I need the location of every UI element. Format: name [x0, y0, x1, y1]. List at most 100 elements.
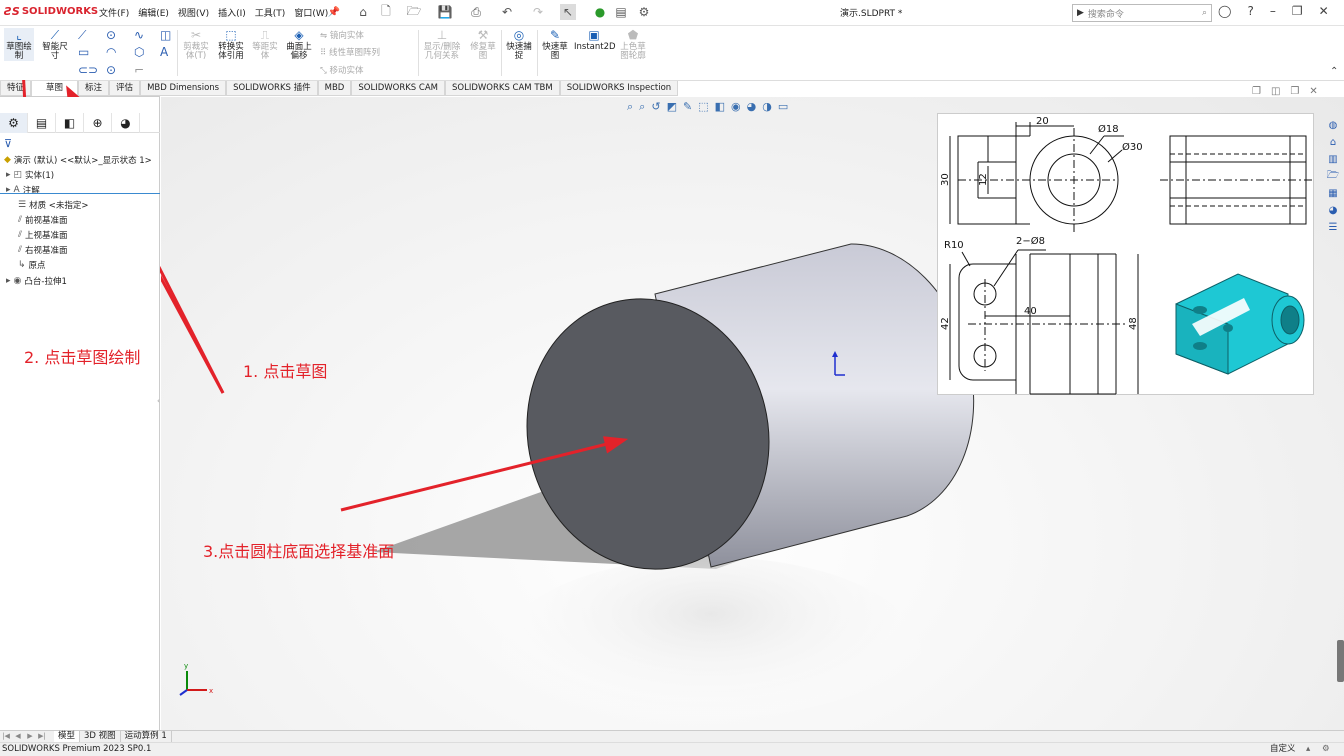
tree-item-annotations[interactable]: ▸ A 注解 — [6, 184, 40, 196]
trim-entities-button[interactable]: ✂ 剪裁实 体(T) — [180, 28, 212, 61]
search-icon[interactable]: ⌕ — [1202, 8, 1207, 18]
select-pointer-icon[interactable]: ↖ — [560, 4, 576, 20]
home-icon[interactable]: ⌂ — [355, 4, 371, 20]
shaded-sketch-button[interactable]: ⬟ 上色草 图轮廓 — [616, 28, 650, 61]
fillet-icon[interactable]: ⌐ — [134, 64, 144, 76]
feature-manager-tab-icon[interactable]: ⚙ — [0, 113, 28, 133]
home-icon[interactable]: ⌂ — [1326, 135, 1340, 150]
dynamic-annotation-icon[interactable]: ✎ — [683, 100, 692, 114]
line-icon[interactable]: ⟋ — [78, 29, 86, 41]
circle-icon[interactable]: ⊙ — [106, 29, 116, 41]
minimize-icon[interactable]: – — [1270, 4, 1276, 18]
tree-item-top-plane[interactable]: ⫽ 上视基准面 — [18, 229, 68, 241]
edit-appearance-icon[interactable]: ◕ — [747, 100, 757, 114]
tab-mbd-dimensions[interactable]: MBD Dimensions — [140, 81, 227, 96]
display-style-icon[interactable]: ◧ — [715, 100, 725, 114]
appearances-icon[interactable]: ◕ — [1326, 203, 1340, 218]
tree-item-origin[interactable]: ↳ 原点 — [18, 259, 46, 271]
menu-edit[interactable]: 编辑(E) — [138, 6, 169, 19]
design-library-icon[interactable]: ▥ — [1326, 152, 1340, 167]
restore-icon[interactable]: ❐ — [1292, 4, 1303, 18]
close-icon[interactable]: ✕ — [1319, 4, 1329, 18]
apply-scene-icon[interactable]: ◑ — [762, 100, 772, 114]
view-triad-icon[interactable]: y x — [179, 662, 213, 696]
tab-solidworks-addins[interactable]: SOLIDWORKS 插件 — [226, 81, 318, 96]
display-manager-tab-icon[interactable]: ◕ — [112, 113, 140, 133]
offset-on-surface-button[interactable]: ◈ 曲面上 偏移 — [282, 28, 316, 61]
text-icon[interactable]: A — [160, 46, 168, 58]
property-manager-tab-icon[interactable]: ▤ — [28, 113, 56, 133]
spline-icon[interactable]: ∿ — [134, 29, 144, 41]
display-relations-button[interactable]: ⊥ 显示/删除 几何关系 — [420, 28, 464, 61]
redo-icon[interactable]: ↷ — [530, 4, 546, 20]
menu-insert[interactable]: 插入(I) — [218, 6, 246, 19]
menu-file[interactable]: 文件(F) — [99, 6, 129, 19]
solidworks-resources-icon[interactable]: ◍ — [1326, 118, 1340, 133]
tab-sketch[interactable]: 草图 — [31, 81, 79, 96]
plane-icon[interactable]: ◫ — [160, 29, 171, 41]
rollback-bar[interactable] — [0, 193, 160, 194]
search-input[interactable]: ▶ 搜索命令 ⌕ — [1072, 4, 1212, 22]
options-gear-icon[interactable]: ⚙ — [636, 4, 652, 20]
view-orientation-icon[interactable]: ⬚ — [698, 100, 708, 114]
prev-tab-icon[interactable]: ◀ — [12, 731, 24, 742]
task-pane-handle[interactable] — [1337, 640, 1344, 682]
tab-model[interactable]: 模型 — [54, 731, 81, 742]
tab-3d-view[interactable]: 3D 视图 — [80, 731, 121, 742]
convert-entities-button[interactable]: ⬚ 转换实 体引用 — [214, 28, 248, 61]
arc-icon[interactable]: ◠ — [106, 46, 116, 58]
tab-solidworks-cam-tbm[interactable]: SOLIDWORKS CAM TBM — [445, 81, 560, 96]
tree-item-boss-extrude[interactable]: ▸ ◉ 凸台-拉伸1 — [6, 275, 67, 287]
solidworks-logo[interactable]: ƧS SOLIDWORKS — [4, 5, 98, 18]
rebuild-traffic-light-icon[interactable]: ● — [592, 4, 608, 20]
print-icon[interactable]: ⎙ — [468, 4, 484, 20]
restore-view-icon[interactable]: ❐ — [1252, 86, 1261, 97]
instant2d-button[interactable]: ▣ Instant2D — [574, 28, 616, 52]
menu-window[interactable]: 窗口(W) — [294, 6, 328, 19]
tree-item-material[interactable]: ☰ 材质 <未指定> — [18, 199, 89, 211]
panel-collapse-handle[interactable]: ‹ — [157, 397, 160, 405]
status-rebuild-icon[interactable]: ⚙ — [1322, 743, 1330, 756]
viewport-restore-icon[interactable]: ❐ — [1290, 86, 1299, 97]
status-units[interactable]: 自定义 — [1270, 743, 1296, 756]
file-properties-icon[interactable]: ▤ — [613, 4, 629, 20]
sketch-button[interactable]: ⌞ 草图绘 制 — [4, 28, 34, 61]
view-palette-icon[interactable]: ▦ — [1326, 186, 1340, 201]
smart-dimension-button[interactable]: ⟋ 智能尺 寸 — [38, 28, 72, 61]
rapid-sketch-button[interactable]: ✎ 快速草 图 — [539, 28, 571, 61]
next-tab-icon[interactable]: ▶ — [24, 731, 36, 742]
custom-properties-icon[interactable]: ☰ — [1326, 220, 1340, 235]
status-expand-icon[interactable]: ▴ — [1306, 743, 1310, 756]
point-icon[interactable]: ⊙ — [106, 64, 116, 76]
filter-icon[interactable]: ⊽ — [4, 137, 12, 150]
file-explorer-icon[interactable]: 🗁 — [1326, 169, 1340, 184]
new-document-icon[interactable]: 🗋 — [378, 4, 394, 20]
repair-sketch-button[interactable]: ⚒ 修复草 图 — [466, 28, 500, 61]
first-tab-icon[interactable]: |◀ — [0, 731, 12, 742]
tab-motion-study[interactable]: 运动算例 1 — [121, 731, 172, 742]
menu-view[interactable]: 视图(V) — [178, 6, 209, 19]
tab-features[interactable]: 特征 — [0, 81, 32, 96]
collapse-ribbon-icon[interactable]: ⌃ — [1330, 66, 1338, 77]
tab-markup[interactable]: 标注 — [78, 81, 110, 96]
configuration-manager-tab-icon[interactable]: ◧ — [56, 113, 84, 133]
pin-icon[interactable]: 📌 — [326, 4, 342, 20]
hide-show-items-icon[interactable]: ◉ — [731, 100, 741, 114]
tab-solidworks-inspection[interactable]: SOLIDWORKS Inspection — [559, 81, 679, 96]
mirror-entities-button[interactable]: ⇋ 镜向实体 — [320, 29, 364, 41]
move-entities-button[interactable]: ⤡ 移动实体 — [320, 64, 364, 76]
polygon-icon[interactable]: ⬡ — [134, 46, 144, 58]
quick-snaps-button[interactable]: ◎ 快速捕 捉 — [503, 28, 535, 61]
dimxpert-tab-icon[interactable]: ⊕ — [84, 113, 112, 133]
zoom-to-fit-icon[interactable]: ⌕ — [627, 100, 633, 114]
viewport-close-icon[interactable]: ✕ — [1309, 86, 1317, 97]
tab-mbd[interactable]: MBD — [317, 81, 352, 96]
save-icon[interactable]: 💾 — [437, 4, 453, 20]
user-account-icon[interactable]: ◯ — [1218, 4, 1231, 18]
tree-root[interactable]: ◆ 演示 (默认) <<默认>_显示状态 1> — [4, 154, 152, 166]
view-settings-icon[interactable]: ▭ — [778, 100, 788, 114]
menu-tools[interactable]: 工具(T) — [255, 6, 286, 19]
tree-item-right-plane[interactable]: ⫽ 右视基准面 — [18, 244, 68, 256]
last-tab-icon[interactable]: ▶| — [36, 731, 48, 742]
rectangle-icon[interactable]: ▭ — [78, 46, 89, 58]
